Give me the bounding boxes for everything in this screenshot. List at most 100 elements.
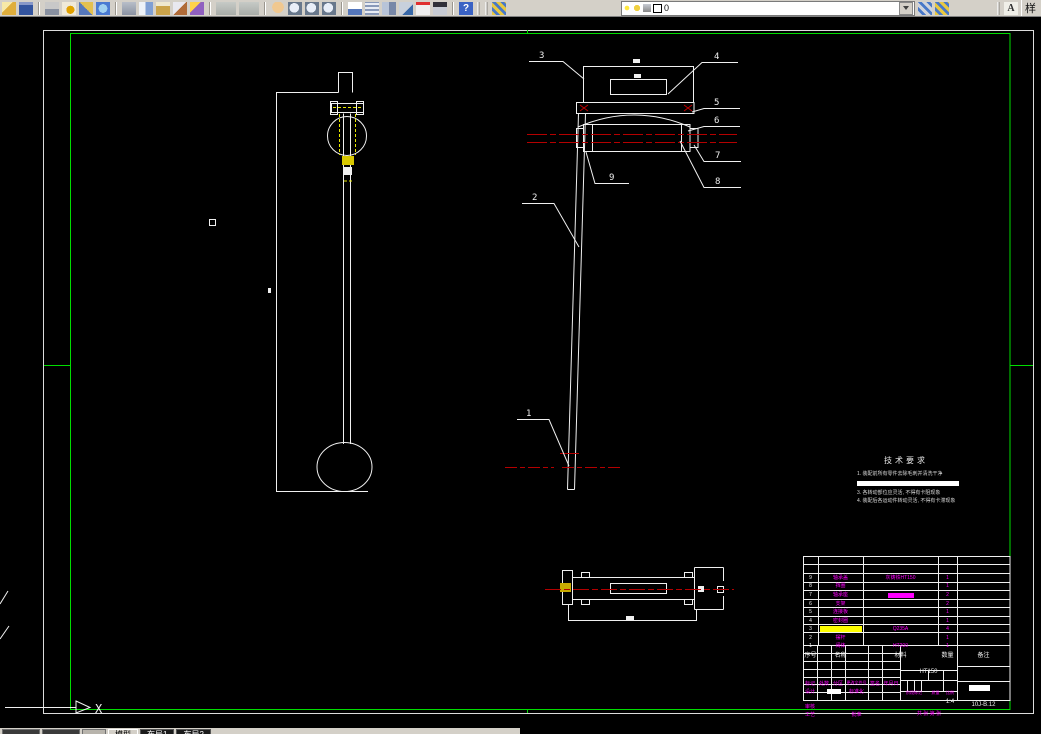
layer-freeze-icon[interactable]: [633, 4, 641, 12]
toolbar-separator: [341, 1, 343, 15]
text-style-icon[interactable]: A: [1004, 1, 1018, 15]
flap-arm: [567, 113, 586, 490]
hinge-circle: [327, 116, 367, 156]
redo-icon[interactable]: [239, 1, 259, 15]
parts-list-row: 4 密封圈 1: [809, 618, 949, 624]
shaft-body: [583, 124, 691, 152]
cut-icon[interactable]: [122, 1, 136, 15]
dimension-text-illegible: [626, 616, 634, 621]
save-icon[interactable]: [19, 1, 33, 15]
cover-outline: [583, 66, 694, 103]
markup-set-icon[interactable]: [416, 1, 430, 15]
paste-icon[interactable]: [156, 1, 170, 15]
undo-icon[interactable]: [216, 1, 236, 15]
parts-list-row: 2 摆杆 1: [809, 635, 949, 641]
balloon-leaders: [517, 61, 741, 467]
layer-lock-icon[interactable]: [643, 4, 651, 12]
balloon-1: 1: [526, 409, 531, 419]
balloon-6: 6: [714, 116, 719, 126]
balloon-9: 9: [609, 173, 614, 183]
parts-list-row: 5 连接板 1: [809, 609, 949, 615]
tech-requirements-title: 技术要求: [884, 456, 928, 465]
drawing-number: 10J-B.12: [971, 701, 996, 708]
quick-calc-icon[interactable]: [433, 1, 447, 15]
tech-requirement-line: 4. 装配后各运动件转动灵活, 不得有卡滞现象: [857, 498, 956, 504]
toolbar-grip[interactable]: [485, 1, 488, 15]
pin-block: [344, 167, 352, 175]
match-properties-icon[interactable]: [173, 1, 187, 15]
tab-layout2[interactable]: 布局2: [176, 729, 211, 734]
toolbar-separator: [452, 1, 454, 15]
scale-label: 比例: [946, 690, 954, 695]
float-ball: [316, 442, 373, 492]
layer-on-bulb-icon[interactable]: [623, 4, 631, 12]
tab-layout1[interactable]: 布局1: [140, 729, 175, 734]
toolbar-separator: [209, 1, 211, 15]
revision-label: 分区: [832, 681, 843, 687]
zoom-realtime-icon[interactable]: [288, 1, 302, 15]
cad-application-window: { "app": { "layer_value": "0", "help_gly…: [0, 0, 1041, 734]
balloon-3: 3: [539, 51, 544, 61]
material-value: HT150: [919, 669, 938, 675]
top-toolbar: ? 0 A 样: [0, 0, 1041, 17]
selected-part-block: [342, 156, 354, 165]
publish-icon[interactable]: [79, 1, 93, 15]
zoom-previous-icon[interactable]: [322, 1, 336, 15]
copy-icon[interactable]: [139, 1, 153, 15]
redacted-name-block: [819, 626, 862, 632]
balloon-4: 4: [714, 52, 719, 62]
revision-label: 处数: [818, 681, 829, 687]
layers-icon[interactable]: [492, 1, 506, 15]
pick-box: [209, 219, 216, 226]
tool-palettes-icon[interactable]: [399, 1, 413, 15]
web-icon[interactable]: [96, 1, 110, 15]
balloon-2: 2: [532, 193, 537, 203]
tab-model[interactable]: 模型: [108, 729, 138, 734]
layer-color-swatch[interactable]: [653, 3, 662, 13]
parts-list-row: 1 阀体 HT200 1: [809, 643, 949, 649]
balloon-5: 5: [714, 98, 719, 108]
toolbar-grip[interactable]: [997, 1, 1000, 15]
toolbar-grip[interactable]: [477, 1, 480, 15]
beam-body: [572, 577, 695, 600]
ucs-icon: [0, 590, 92, 714]
balloon-8: 8: [715, 177, 720, 187]
open-icon[interactable]: [2, 1, 16, 15]
approve-label: 批准: [851, 712, 862, 718]
layer-previous-icon[interactable]: [918, 1, 932, 15]
tab-nav-button[interactable]: [82, 729, 106, 734]
toolbar-separator: [264, 1, 266, 15]
zoom-window-icon[interactable]: [305, 1, 319, 15]
design-center-icon[interactable]: [382, 1, 396, 15]
style-toolbar-label: 样: [1021, 0, 1039, 16]
tab-nav-buttons[interactable]: [2, 729, 40, 734]
plot-preview-icon[interactable]: [62, 1, 76, 15]
process-label: 工艺: [804, 712, 815, 718]
mounting-band: [576, 102, 695, 114]
tab-nav-buttons[interactable]: [42, 729, 80, 734]
standardization-label: 标准化: [848, 689, 864, 695]
layer-states-icon[interactable]: [935, 1, 949, 15]
arc-member: [577, 114, 691, 128]
left-view: [209, 72, 373, 492]
parts-list-row: 9 轴承盖 灰铸铁HT150 1: [809, 575, 949, 581]
plot-icon[interactable]: [45, 1, 59, 15]
find-text-icon[interactable]: [348, 1, 362, 15]
pan-icon[interactable]: [271, 1, 285, 15]
balloon-numbers: 1 2 3 4 5 6 7 8 9: [526, 51, 720, 419]
parts-list-row: 8 挡圈 1: [809, 583, 949, 589]
dimension-text-illegible: [633, 59, 640, 63]
layer-dropdown-button[interactable]: [899, 1, 913, 15]
help-icon[interactable]: ?: [459, 1, 473, 15]
scale-value: 1:4: [945, 699, 955, 705]
sheet-note: 共 张 第 张: [916, 711, 942, 717]
drawing-canvas[interactable]: 1 2 3 4 5 6 7 8 9 X 技术要求 1. 装配前所有零件去除毛刺并…: [0, 17, 1041, 728]
chevron-down-icon: [903, 6, 909, 10]
parts-list-header: 序号 名称 材料 数量 备注: [804, 653, 990, 659]
layer-combo[interactable]: 0: [621, 0, 915, 16]
balloon-7: 7: [715, 151, 720, 161]
section-view: [562, 567, 724, 621]
properties-icon[interactable]: [365, 1, 379, 15]
grip-dot: [268, 288, 271, 293]
match-properties-paint-icon[interactable]: [190, 1, 204, 15]
